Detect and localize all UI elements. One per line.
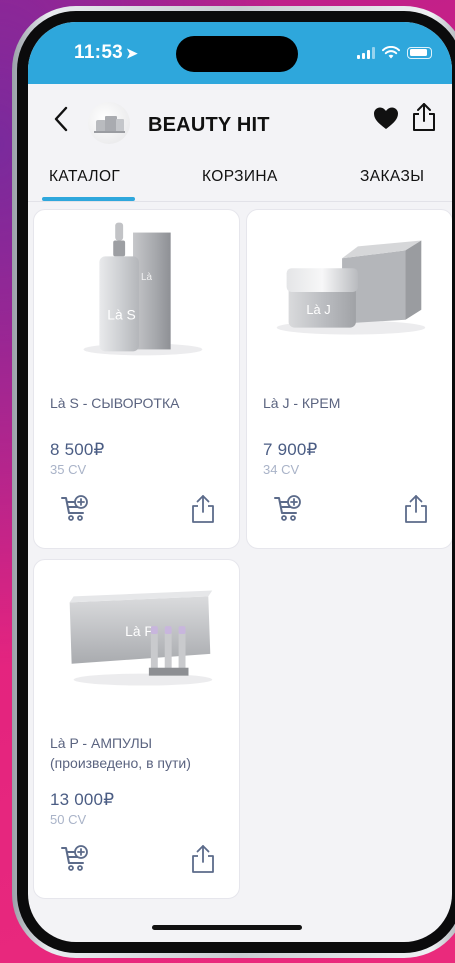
- product-image: Là J: [276, 240, 426, 335]
- product-image: Là P: [69, 590, 213, 686]
- shop-avatar[interactable]: [88, 102, 130, 144]
- share-icon[interactable]: [410, 101, 438, 133]
- pack-label: Là S: [107, 307, 136, 323]
- product-name: Là S - СЫВОРОТКА: [50, 395, 180, 411]
- pack-label: Là P: [125, 623, 154, 639]
- status-time: 11:53 ➤: [74, 42, 138, 64]
- product-card[interactable]: Là J Là J - КРЕМ 7 900₽ 34 CV: [246, 209, 452, 549]
- heart-icon[interactable]: [372, 104, 400, 132]
- svg-text:Là: Là: [141, 272, 153, 283]
- app-screen: 11:53 ➤ BEAUTY HIT КАТАЛОГ КОРЗИНА ЗАКАЗ…: [28, 22, 452, 942]
- status-bar: 11:53 ➤: [28, 22, 452, 84]
- product-name-line1: Là P - АМПУЛЫ: [50, 735, 153, 751]
- signal-icon: [357, 46, 375, 59]
- shop-logo-image: [94, 116, 125, 133]
- tab-catalog[interactable]: КАТАЛОГ: [49, 168, 120, 186]
- product-image: Là Là S: [83, 222, 203, 356]
- tab-orders[interactable]: ЗАКАЗЫ: [360, 168, 424, 186]
- cart-add-icon[interactable]: [60, 844, 90, 874]
- product-name: Là P - АМПУЛЫ (произведено, в пути): [50, 733, 191, 773]
- product-cv: 34 CV: [263, 462, 300, 477]
- pack-label: Là J: [306, 302, 330, 317]
- home-indicator[interactable]: [152, 925, 302, 930]
- share-icon[interactable]: [189, 494, 217, 524]
- cart-add-icon[interactable]: [60, 494, 90, 524]
- ampoules: [148, 626, 189, 676]
- shop-title: BEAUTY HIT: [148, 114, 270, 136]
- product-price: 7 900₽: [263, 440, 318, 459]
- status-icons: [357, 46, 432, 59]
- product-cv: 50 CV: [50, 812, 87, 827]
- share-icon[interactable]: [189, 844, 217, 874]
- status-time-text: 11:53: [74, 42, 124, 63]
- tab-cart[interactable]: КОРЗИНА: [202, 168, 278, 186]
- product-price: 13 000₽: [50, 790, 115, 809]
- phone-frame: 11:53 ➤ BEAUTY HIT КАТАЛОГ КОРЗИНА ЗАКАЗ…: [12, 6, 455, 958]
- phone-bezel: 11:53 ➤ BEAUTY HIT КАТАЛОГ КОРЗИНА ЗАКАЗ…: [17, 11, 455, 953]
- dynamic-island: [176, 36, 298, 72]
- back-icon[interactable]: [50, 104, 74, 134]
- shop-header: BEAUTY HIT: [28, 84, 452, 160]
- cart-add-icon[interactable]: [273, 494, 303, 524]
- product-price: 8 500₽: [50, 440, 105, 459]
- product-cv: 35 CV: [50, 462, 87, 477]
- location-arrow-icon: ➤: [126, 45, 139, 61]
- product-card[interactable]: Là P Là P - АМПУЛЫ (произведено, в пути): [33, 559, 240, 899]
- wifi-icon: [382, 46, 400, 59]
- tab-bar: КАТАЛОГ КОРЗИНА ЗАКАЗЫ: [28, 160, 452, 202]
- product-card[interactable]: Là Là S Là S - СЫВОРОТКА 8 500₽ 35 CV: [33, 209, 240, 549]
- product-name-line2: (произведено, в пути): [50, 755, 191, 771]
- battery-icon: [407, 46, 432, 59]
- product-name: Là J - КРЕМ: [263, 395, 341, 411]
- active-tab-indicator: [42, 197, 135, 201]
- share-icon[interactable]: [402, 494, 430, 524]
